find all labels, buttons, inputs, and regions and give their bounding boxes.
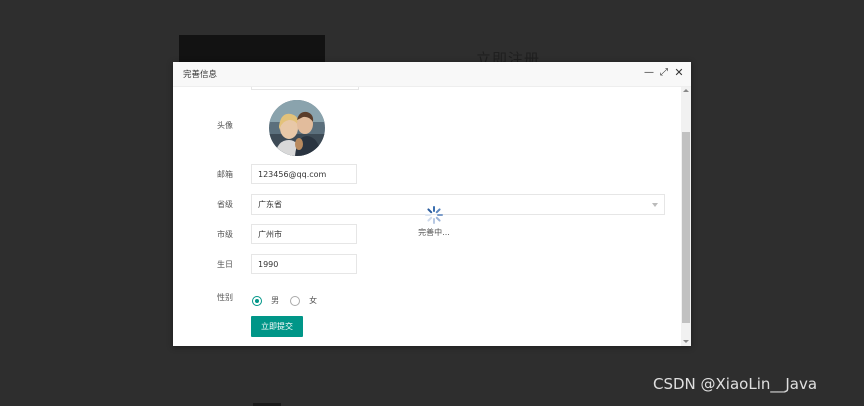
email-input[interactable]: 123456@qq.com (251, 164, 357, 184)
scroll-up-icon[interactable] (683, 89, 689, 92)
avatar-label: 头像 (217, 121, 233, 130)
complete-info-dialog: 完善信息 — ⤢ ✕ 头像 邮箱 123456@qq.com 省级 广东省 市级… (173, 62, 691, 346)
scroll-down-icon[interactable] (683, 340, 689, 343)
city-input[interactable]: 广州市 (251, 224, 357, 244)
scrollbar-thumb[interactable] (682, 132, 690, 323)
dropdown-arrow-icon (652, 203, 658, 207)
gender-label: 性别 (217, 293, 233, 302)
dialog-title: 完善信息 (183, 70, 218, 80)
loading-text: 完善中... (418, 228, 450, 237)
loading-indicator: 完善中... (416, 205, 452, 238)
province-select[interactable]: 广东省 (251, 194, 665, 215)
avatar-image[interactable] (269, 100, 325, 156)
maximize-icon[interactable]: ⤢ (658, 67, 670, 79)
submit-button[interactable]: 立即提交 (251, 316, 303, 337)
avatar-photo (269, 100, 325, 156)
watermark-text: CSDN @XiaoLin__Java (653, 375, 818, 393)
gender-radio-male[interactable]: 男 (252, 290, 279, 309)
province-selected-value: 广东省 (258, 200, 282, 209)
birthday-input[interactable]: 1990 (251, 254, 357, 274)
gender-option-label: 女 (309, 296, 318, 305)
previous-field-input[interactable] (251, 87, 359, 90)
dialog-body: 头像 邮箱 123456@qq.com 省级 广东省 市级 广州市 生日 199… (173, 87, 681, 346)
radio-unchecked-icon (290, 295, 300, 306)
gender-option-label: 男 (271, 296, 280, 305)
dialog-header: 完善信息 — ⤢ ✕ (173, 62, 691, 87)
radio-checked-icon (252, 295, 262, 306)
loading-spinner-icon (425, 206, 443, 224)
close-icon[interactable]: ✕ (673, 67, 685, 79)
minimize-icon[interactable]: — (643, 67, 655, 79)
dialog-scrollbar[interactable] (681, 87, 691, 346)
gender-radio-female[interactable]: 女 (290, 290, 317, 309)
